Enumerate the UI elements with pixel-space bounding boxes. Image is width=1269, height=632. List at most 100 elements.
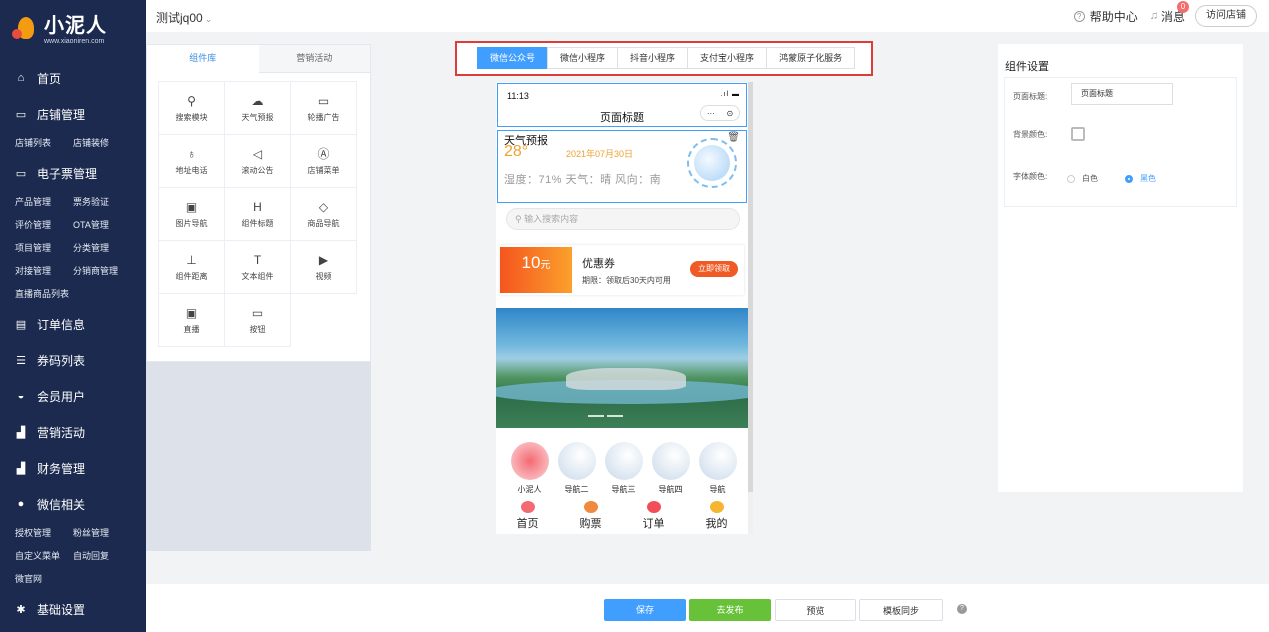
component-grid: ⚲ 搜索模块 ☁ 天气预报 ▭ 轮播广告 ♁ 地址电话 ◁ 滚动公告 Ⓐ 店铺菜单 ▣ 图片导航 H 组件标题… xyxy=(158,81,360,347)
coupon-expiry: 期限：领取后30天内可用 xyxy=(582,276,671,285)
store-selector[interactable]: 测试jq00 ⌄ xyxy=(156,9,212,26)
help-icon[interactable]: ? xyxy=(957,604,967,614)
preview-search[interactable]: ⚲ 输入搜索内容 xyxy=(506,208,740,230)
nav-item[interactable]: 导航三 xyxy=(600,442,647,495)
nav-item[interactable]: 导航二 xyxy=(553,442,600,495)
preview-tab[interactable]: 订单 xyxy=(622,498,685,534)
font-color-black-radio[interactable]: 黑色 xyxy=(1125,173,1156,184)
sidebar-subitem[interactable]: 分销商管理 xyxy=(73,260,131,283)
sidebar-subitem[interactable]: 评价管理 xyxy=(15,214,73,237)
weather-temp: 28° xyxy=(504,143,529,160)
component-item[interactable]: Ⓐ 店铺菜单 xyxy=(290,134,357,188)
component-item[interactable]: ▶ 视频 xyxy=(290,240,357,294)
sidebar-subitem[interactable]: 产品管理 xyxy=(15,191,73,214)
nav-item[interactable]: 导航 xyxy=(694,442,741,495)
sidebar-subitem[interactable]: 店铺列表 xyxy=(15,132,73,155)
component-item[interactable]: ◁ 滚动公告 xyxy=(224,134,291,188)
sidebar-subitem[interactable]: 店铺装修 xyxy=(73,132,131,155)
channel-tab[interactable]: 支付宝小程序 xyxy=(687,47,768,69)
sidebar-subitem[interactable]: 自定义菜单 xyxy=(15,545,73,568)
component-item[interactable]: ▭ 按钮 xyxy=(224,293,291,347)
channel-tab[interactable]: 鸿蒙原子化服务 xyxy=(766,47,856,69)
component-label: 按钮 xyxy=(249,325,266,334)
radio-unchecked-icon xyxy=(1067,174,1075,183)
sidebar-subitem[interactable]: 对接管理 xyxy=(15,260,73,283)
coupon-unit: 元 xyxy=(540,260,551,271)
speaker-icon: ◁ xyxy=(252,147,263,161)
component-item[interactable]: ♁ 地址电话 xyxy=(158,134,225,188)
sidebar-item-4[interactable]: ☰ 券码列表 xyxy=(0,342,146,378)
preview-tab[interactable]: 购票 xyxy=(559,498,622,534)
sidebar-subitem[interactable]: 授权管理 xyxy=(15,522,73,545)
sidebar-subitem[interactable]: 项目管理 xyxy=(15,237,73,260)
top-bar: 测试jq00 ⌄ ? 帮助中心 ♫ 消息 0 访问店铺 xyxy=(146,0,1269,32)
channel-tab[interactable]: 微信小程序 xyxy=(547,47,619,69)
sidebar-item-5[interactable]: ◒ 会员用户 xyxy=(0,378,146,414)
preview-tab[interactable]: 首页 xyxy=(496,498,559,534)
component-item[interactable]: ☁ 天气预报 xyxy=(224,81,291,135)
component-item[interactable]: T 文本组件 xyxy=(224,240,291,294)
sidebar-item-1[interactable]: ▭ 店铺管理 xyxy=(0,96,146,132)
sidebar-subitem[interactable]: 微官网 xyxy=(15,568,73,591)
help-center-link[interactable]: ? 帮助中心 xyxy=(1073,8,1138,25)
finance-icon: ▟ xyxy=(16,462,26,475)
sidebar-subitem[interactable]: 粉丝管理 xyxy=(73,522,131,545)
channel-tab[interactable]: 抖音小程序 xyxy=(617,47,689,69)
template-sync-button[interactable]: 模板同步 xyxy=(859,599,943,621)
publish-button[interactable]: 去发布 xyxy=(689,599,771,621)
component-label: 商品导航 xyxy=(307,219,340,228)
carousel-banner[interactable] xyxy=(496,308,748,428)
preview-scrollbar[interactable] xyxy=(748,82,753,534)
sidebar-subitem[interactable]: 账号权限 xyxy=(73,627,131,632)
sidebar-item-6[interactable]: ▟ 营销活动 xyxy=(0,414,146,450)
weather-module[interactable]: 天气预报 🗑 28° 2021年07月30日 湿度：71% 天气：晴 风向：南 xyxy=(497,130,747,203)
sidebar-subitem[interactable]: 票务验证 xyxy=(73,191,131,214)
channel-tab[interactable]: 微信公众号 xyxy=(477,47,549,69)
nav-item[interactable]: 小泥人 xyxy=(506,442,553,495)
sidebar-subitem[interactable]: 分类管理 xyxy=(73,237,131,260)
tab-components[interactable]: 组件库 xyxy=(147,45,259,73)
preview-header[interactable]: 11:13 .ıl ▬ 页面标题 ··· ⊙ xyxy=(497,83,747,127)
status-time: 11:13 xyxy=(507,91,529,101)
preview-button[interactable]: 预览 xyxy=(775,599,856,621)
carousel-dots[interactable] xyxy=(588,415,626,417)
tab-marketing[interactable]: 营销活动 xyxy=(258,45,370,73)
sidebar-item-9[interactable]: ✱ 基础设置 xyxy=(0,591,146,627)
logo[interactable]: 小泥人 www.xiaoniren.com xyxy=(0,0,146,60)
component-item[interactable]: ◇ 商品导航 xyxy=(290,187,357,241)
weather-date: 2021年07月30日 xyxy=(566,149,634,159)
component-item[interactable]: ▣ 图片导航 xyxy=(158,187,225,241)
bg-color-picker[interactable] xyxy=(1071,127,1085,141)
tab-label: 我的 xyxy=(705,518,728,530)
delete-icon[interactable]: 🗑 xyxy=(727,132,740,143)
component-item[interactable]: H 组件标题 xyxy=(224,187,291,241)
heading-icon: H xyxy=(253,200,262,214)
sidebar-subitem[interactable]: 直播商品列表 xyxy=(15,283,73,306)
component-item[interactable]: ▣ 直播 xyxy=(158,293,225,347)
coupon-module[interactable]: 10元 优惠券 期限：领取后30天内可用 立即领取 xyxy=(500,245,744,295)
save-button[interactable]: 保存 xyxy=(604,599,686,621)
sidebar-item-7[interactable]: ▟ 财务管理 xyxy=(0,450,146,486)
page-title-label: 页面标题: xyxy=(1013,92,1048,101)
nav-item[interactable]: 导航四 xyxy=(647,442,694,495)
visit-store-button[interactable]: 访问店铺 xyxy=(1195,5,1257,27)
component-item[interactable]: ⊥ 组件距离 xyxy=(158,240,225,294)
logo-url: www.xiaoniren.com xyxy=(44,37,105,45)
preview-tab[interactable]: 我的 xyxy=(685,498,748,534)
font-color-white-radio[interactable]: 白色 xyxy=(1067,173,1098,184)
sidebar-item-3[interactable]: ▤ 订单信息 xyxy=(0,306,146,342)
list-icon: ☰ xyxy=(16,354,26,367)
component-item[interactable]: ▭ 轮播广告 xyxy=(290,81,357,135)
sidebar-subitem[interactable]: 自动回复 xyxy=(73,545,131,568)
sidebar-subitem[interactable]: OTA管理 xyxy=(73,214,131,237)
home-icon: ⌂ xyxy=(17,72,25,84)
messages-link[interactable]: ♫ 消息 0 xyxy=(1150,0,1189,25)
sidebar-item-0[interactable]: ⌂ 首页 xyxy=(0,60,146,96)
sidebar-item-8[interactable]: ● 微信相关 xyxy=(0,486,146,522)
sidebar-item-2[interactable]: ▭ 电子票管理 xyxy=(0,155,146,191)
sidebar-subitem[interactable]: 商户信息 xyxy=(15,627,73,632)
settings-panel: 组件设置 页面标题: 页面标题 背景颜色: 字体颜色: 白色 黑色 xyxy=(998,44,1243,492)
page-title-input[interactable]: 页面标题 xyxy=(1071,83,1173,105)
component-item[interactable]: ⚲ 搜索模块 xyxy=(158,81,225,135)
claim-coupon-button[interactable]: 立即领取 xyxy=(690,261,738,277)
